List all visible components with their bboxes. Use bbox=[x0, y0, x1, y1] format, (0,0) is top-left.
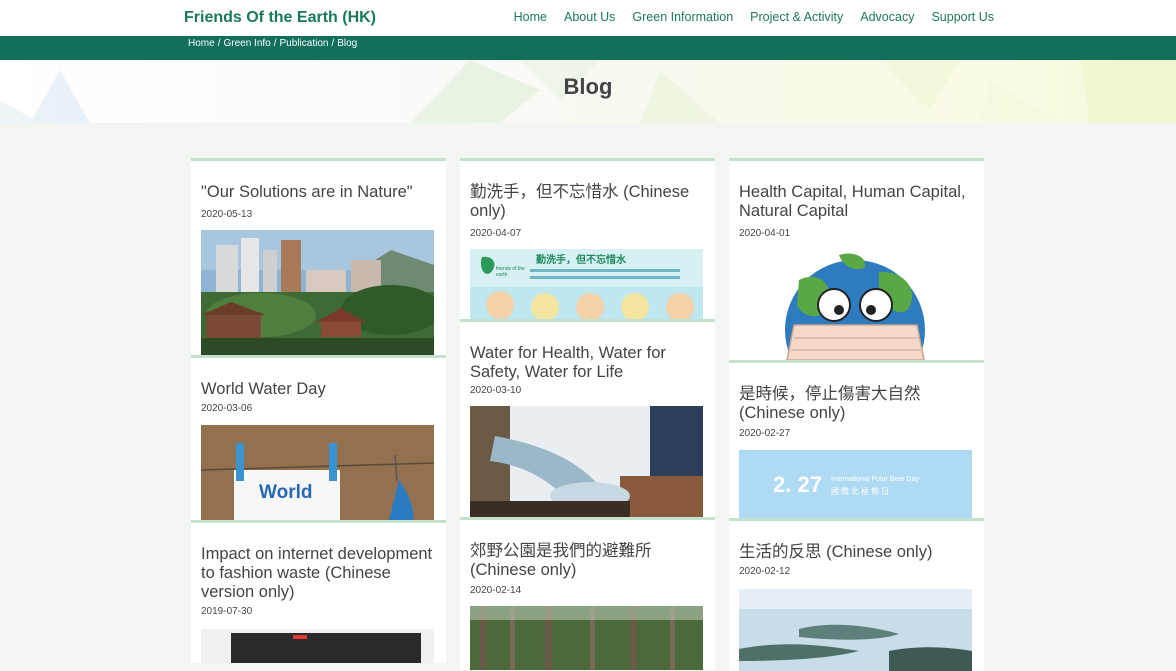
post-date: 2020-04-01 bbox=[739, 228, 791, 239]
post-title[interactable]: Health Capital, Human Capital, Natural C… bbox=[739, 183, 975, 221]
post-date: 2020-03-10 bbox=[470, 385, 522, 396]
post-title[interactable]: 生活的反思 (Chinese only) bbox=[739, 543, 975, 562]
blog-card[interactable]: Water for Health, Water for Safety, Wate… bbox=[460, 319, 715, 517]
post-title[interactable]: 郊野公園是我們的避難所 (Chinese only) bbox=[470, 542, 706, 580]
post-date: 2019-07-30 bbox=[201, 606, 253, 617]
nav-project-activity[interactable]: Project & Activity bbox=[750, 10, 843, 24]
blog-card[interactable]: 郊野公園是我們的避難所 (Chinese only) 2020-02-14 bbox=[460, 517, 715, 670]
page-banner: Blog bbox=[0, 60, 1176, 123]
breadcrumb-separator: / bbox=[331, 38, 335, 49]
nav-support-us[interactable]: Support Us bbox=[931, 10, 994, 24]
breadcrumb-separator: / bbox=[217, 38, 221, 49]
handwash-poster-heading: 勤洗手，但不忘惜水 bbox=[536, 255, 626, 266]
site-logo-text[interactable]: Friends Of the Earth (HK) bbox=[184, 9, 376, 27]
blog-card[interactable]: World Water Day 2020-03-06 World bbox=[191, 355, 446, 520]
post-thumbnail[interactable]: 勤洗手，但不忘惜水 friends of the earth bbox=[470, 249, 703, 319]
breadcrumb-publication[interactable]: Publication bbox=[280, 38, 329, 49]
polar-bear-day-date: 2. 27 bbox=[773, 472, 822, 497]
post-title[interactable]: World Water Day bbox=[201, 380, 437, 399]
handwash-poster-logo: friends of the earth bbox=[496, 266, 525, 278]
blog-card[interactable]: 是時候，停止傷害大自然 (Chinese only) 2020-02-27 2.… bbox=[729, 360, 984, 518]
post-thumbnail[interactable] bbox=[739, 250, 972, 360]
post-title[interactable]: 是時候，停止傷害大自然 (Chinese only) bbox=[739, 385, 975, 423]
post-date: 2020-04-07 bbox=[470, 228, 522, 239]
nav-about-us[interactable]: About Us bbox=[564, 10, 615, 24]
breadcrumb-bar: Home / Green Info / Publication / Blog bbox=[0, 36, 1176, 60]
breadcrumb: Home / Green Info / Publication / Blog bbox=[188, 38, 357, 49]
post-date: 2020-05-13 bbox=[201, 209, 253, 220]
post-thumbnail[interactable]: 2. 27 International Polar Bear Day 國際北極熊… bbox=[739, 450, 972, 518]
main-nav: Home About Us Green Information Project … bbox=[514, 10, 994, 24]
post-date: 2020-03-06 bbox=[201, 403, 253, 414]
post-date: 2020-02-27 bbox=[739, 428, 791, 439]
blog-card[interactable]: 生活的反思 (Chinese only) 2020-02-12 bbox=[729, 518, 984, 671]
post-thumbnail[interactable] bbox=[470, 406, 703, 517]
nav-home[interactable]: Home bbox=[514, 10, 547, 24]
world-water-day-sign-text: World bbox=[259, 482, 313, 503]
post-date: 2020-02-12 bbox=[739, 566, 791, 577]
blog-card[interactable]: Health Capital, Human Capital, Natural C… bbox=[729, 158, 984, 360]
page-title: Blog bbox=[563, 74, 613, 99]
top-navbar: Friends Of the Earth (HK) Home About Us … bbox=[0, 0, 1176, 36]
post-thumbnail[interactable] bbox=[201, 230, 434, 355]
post-date: 2020-02-14 bbox=[470, 585, 522, 596]
post-title[interactable]: Impact on internet development to fashio… bbox=[201, 545, 437, 602]
breadcrumb-green-info[interactable]: Green Info bbox=[223, 38, 270, 49]
breadcrumb-blog: Blog bbox=[337, 38, 358, 49]
post-thumbnail[interactable]: World bbox=[201, 425, 434, 520]
blog-card[interactable]: "Our Solutions are in Nature" 2020-05-13 bbox=[191, 158, 446, 355]
post-thumbnail[interactable] bbox=[739, 589, 972, 671]
post-title[interactable]: Water for Health, Water for Safety, Wate… bbox=[470, 344, 706, 382]
blog-card[interactable]: Impact on internet development to fashio… bbox=[191, 520, 446, 663]
nav-advocacy[interactable]: Advocacy bbox=[860, 10, 914, 24]
polar-bear-day-event-zh: 國際北極熊日 bbox=[831, 487, 891, 496]
post-title[interactable]: "Our Solutions are in Nature" bbox=[201, 183, 437, 202]
breadcrumb-home[interactable]: Home bbox=[188, 38, 215, 49]
post-thumbnail[interactable] bbox=[201, 629, 434, 663]
nav-green-information[interactable]: Green Information bbox=[632, 10, 733, 24]
polar-bear-day-event-en: International Polar Bear Day bbox=[831, 476, 919, 483]
post-thumbnail[interactable] bbox=[470, 606, 703, 670]
blog-card[interactable]: 勤洗手，但不忘惜水 (Chinese only) 2020-04-07 勤洗手，… bbox=[460, 158, 715, 319]
post-title[interactable]: 勤洗手，但不忘惜水 (Chinese only) bbox=[470, 183, 706, 221]
breadcrumb-separator: / bbox=[273, 38, 277, 49]
